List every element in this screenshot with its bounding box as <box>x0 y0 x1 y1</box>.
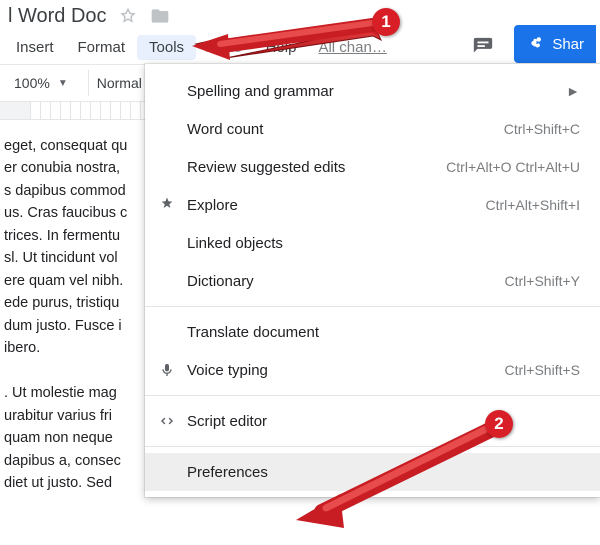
menu-format[interactable]: Format <box>66 35 138 60</box>
zoom-select[interactable]: 100% ▼ <box>6 73 76 93</box>
menu-label: Script editor <box>187 413 267 430</box>
explore-icon <box>157 195 177 215</box>
menu-linked[interactable]: Linked objects <box>145 224 600 262</box>
menu-insert[interactable]: Insert <box>4 35 66 60</box>
shortcut: Ctrl+Alt+O Ctrl+Alt+U <box>446 159 580 175</box>
menu-spelling[interactable]: Spelling and grammar ► <box>145 72 600 110</box>
menu-label: Preferences <box>187 464 268 481</box>
menu-label: Review suggested edits <box>187 159 345 176</box>
menu-wordcount[interactable]: Word count Ctrl+Shift+C <box>145 110 600 148</box>
menu-addons[interactable]: d-ons <box>196 35 254 60</box>
menu-separator <box>145 446 600 447</box>
tools-dropdown: Spelling and grammar ► Word count Ctrl+S… <box>145 64 600 497</box>
share-label: Shar <box>552 36 584 53</box>
menu-label: Word count <box>187 121 263 138</box>
shortcut: Ctrl+Shift+S <box>505 362 580 378</box>
menu-explore[interactable]: Explore Ctrl+Alt+Shift+I <box>145 186 600 224</box>
folder-icon[interactable] <box>149 5 171 27</box>
menu-separator <box>145 306 600 307</box>
menu-separator <box>145 395 600 396</box>
menu-help[interactable]: Help <box>254 35 309 60</box>
chevron-down-icon: ▼ <box>58 78 68 89</box>
menu-label: Voice typing <box>187 362 268 379</box>
menu-dictionary[interactable]: Dictionary Ctrl+Shift+Y <box>145 262 600 300</box>
shortcut: Ctrl+Shift+C <box>504 121 580 137</box>
shortcut: Ctrl+Shift+Y <box>505 273 580 289</box>
shortcut: Ctrl+Alt+Shift+I <box>485 197 580 213</box>
share-button[interactable]: Shar <box>514 25 596 63</box>
menu-preferences[interactable]: Preferences <box>145 453 600 491</box>
menu-tools[interactable]: Tools <box>137 35 196 60</box>
menu-label: Linked objects <box>187 235 283 252</box>
all-changes-link[interactable]: All chan… <box>318 39 386 56</box>
submenu-arrow-icon: ► <box>566 83 580 99</box>
comments-icon[interactable] <box>466 30 500 64</box>
menu-script[interactable]: Script editor <box>145 402 600 440</box>
menu-label: Dictionary <box>187 273 254 290</box>
menu-label: Spelling and grammar <box>187 83 334 100</box>
document-body[interactable]: eget, consequat qu er conubia nostra, s … <box>0 135 160 545</box>
script-icon <box>157 411 177 431</box>
menu-voice[interactable]: Voice typing Ctrl+Shift+S <box>145 351 600 389</box>
menubar: Insert Format Tools d-ons Help All chan…… <box>0 32 600 62</box>
zoom-value: 100% <box>14 75 50 91</box>
microphone-icon <box>157 360 177 380</box>
menu-label: Translate document <box>187 324 319 341</box>
menu-translate[interactable]: Translate document <box>145 313 600 351</box>
menu-review[interactable]: Review suggested edits Ctrl+Alt+O Ctrl+A… <box>145 148 600 186</box>
star-icon[interactable] <box>117 5 139 27</box>
menu-label: Explore <box>187 197 238 214</box>
doc-title[interactable]: l Word Doc <box>6 5 107 28</box>
